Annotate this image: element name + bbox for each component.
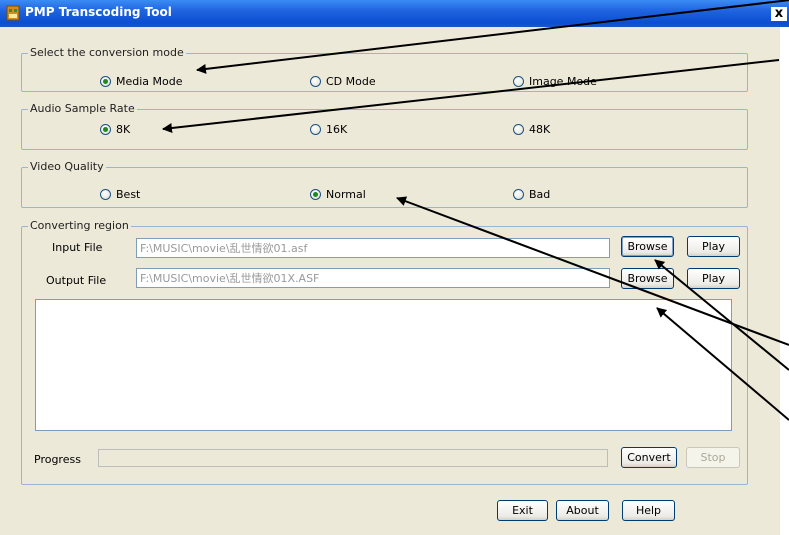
radio-8k-label: 8K <box>116 123 131 136</box>
app-icon <box>6 5 20 21</box>
radio-8k[interactable]: 8K <box>100 123 130 136</box>
radio-48k[interactable]: 48K <box>513 123 550 136</box>
radio-image-mode-label: Image Mode <box>529 75 597 88</box>
converting-region-legend: Converting region <box>28 219 131 232</box>
radio-cd-mode-indicator[interactable] <box>310 76 321 87</box>
radio-best[interactable]: Best <box>100 188 140 201</box>
radio-media-mode-indicator[interactable] <box>100 76 111 87</box>
radio-media-mode[interactable]: Media Mode <box>100 75 183 88</box>
input-file-label: Input File <box>52 241 103 254</box>
radio-image-mode[interactable]: Image Mode <box>513 75 597 88</box>
radio-normal[interactable]: Normal <box>310 188 366 201</box>
radio-image-mode-indicator[interactable] <box>513 76 524 87</box>
close-button[interactable]: x <box>771 7 787 21</box>
radio-48k-indicator[interactable] <box>513 124 524 135</box>
radio-cd-mode-label: CD Mode <box>326 75 376 88</box>
radio-16k[interactable]: 16K <box>310 123 347 136</box>
radio-best-indicator[interactable] <box>100 189 111 200</box>
output-file-field[interactable]: F:\MUSIC\movie\乱世情欲01X.ASF <box>136 268 610 288</box>
radio-16k-label: 16K <box>326 123 348 136</box>
radio-best-label: Best <box>116 188 141 201</box>
help-button[interactable]: Help <box>622 500 675 521</box>
title-bar: PMP Transcoding Tool x <box>0 0 789 27</box>
window-title: PMP Transcoding Tool <box>25 5 172 19</box>
convert-button[interactable]: Convert <box>621 447 677 468</box>
input-file-field[interactable]: F:\MUSIC\movie\乱世情欲01.asf <box>136 238 610 258</box>
radio-bad-label: Bad <box>529 188 551 201</box>
log-textarea[interactable] <box>35 299 732 431</box>
audio-sample-rate-legend: Audio Sample Rate <box>28 102 137 115</box>
stop-button[interactable]: Stop <box>686 447 740 468</box>
radio-16k-indicator[interactable] <box>310 124 321 135</box>
radio-bad[interactable]: Bad <box>513 188 550 201</box>
browse-output-button[interactable]: Browse <box>621 268 674 289</box>
conversion-mode-legend: Select the conversion mode <box>28 46 186 59</box>
output-file-label: Output File <box>46 274 107 287</box>
radio-48k-label: 48K <box>529 123 551 136</box>
radio-media-mode-label: Media Mode <box>116 75 183 88</box>
radio-bad-indicator[interactable] <box>513 189 524 200</box>
browse-input-button[interactable]: Browse <box>621 236 674 257</box>
play-input-button[interactable]: Play <box>687 236 740 257</box>
app-window: PMP Transcoding Tool x Select the conver… <box>0 0 789 535</box>
progress-bar <box>98 449 608 467</box>
progress-label: Progress <box>34 453 81 466</box>
radio-8k-indicator[interactable] <box>100 124 111 135</box>
radio-normal-label: Normal <box>326 188 366 201</box>
radio-normal-indicator[interactable] <box>310 189 321 200</box>
radio-cd-mode[interactable]: CD Mode <box>310 75 376 88</box>
play-output-button[interactable]: Play <box>687 268 740 289</box>
about-button[interactable]: About <box>556 500 609 521</box>
video-quality-legend: Video Quality <box>28 160 106 173</box>
exit-button[interactable]: Exit <box>497 500 548 521</box>
